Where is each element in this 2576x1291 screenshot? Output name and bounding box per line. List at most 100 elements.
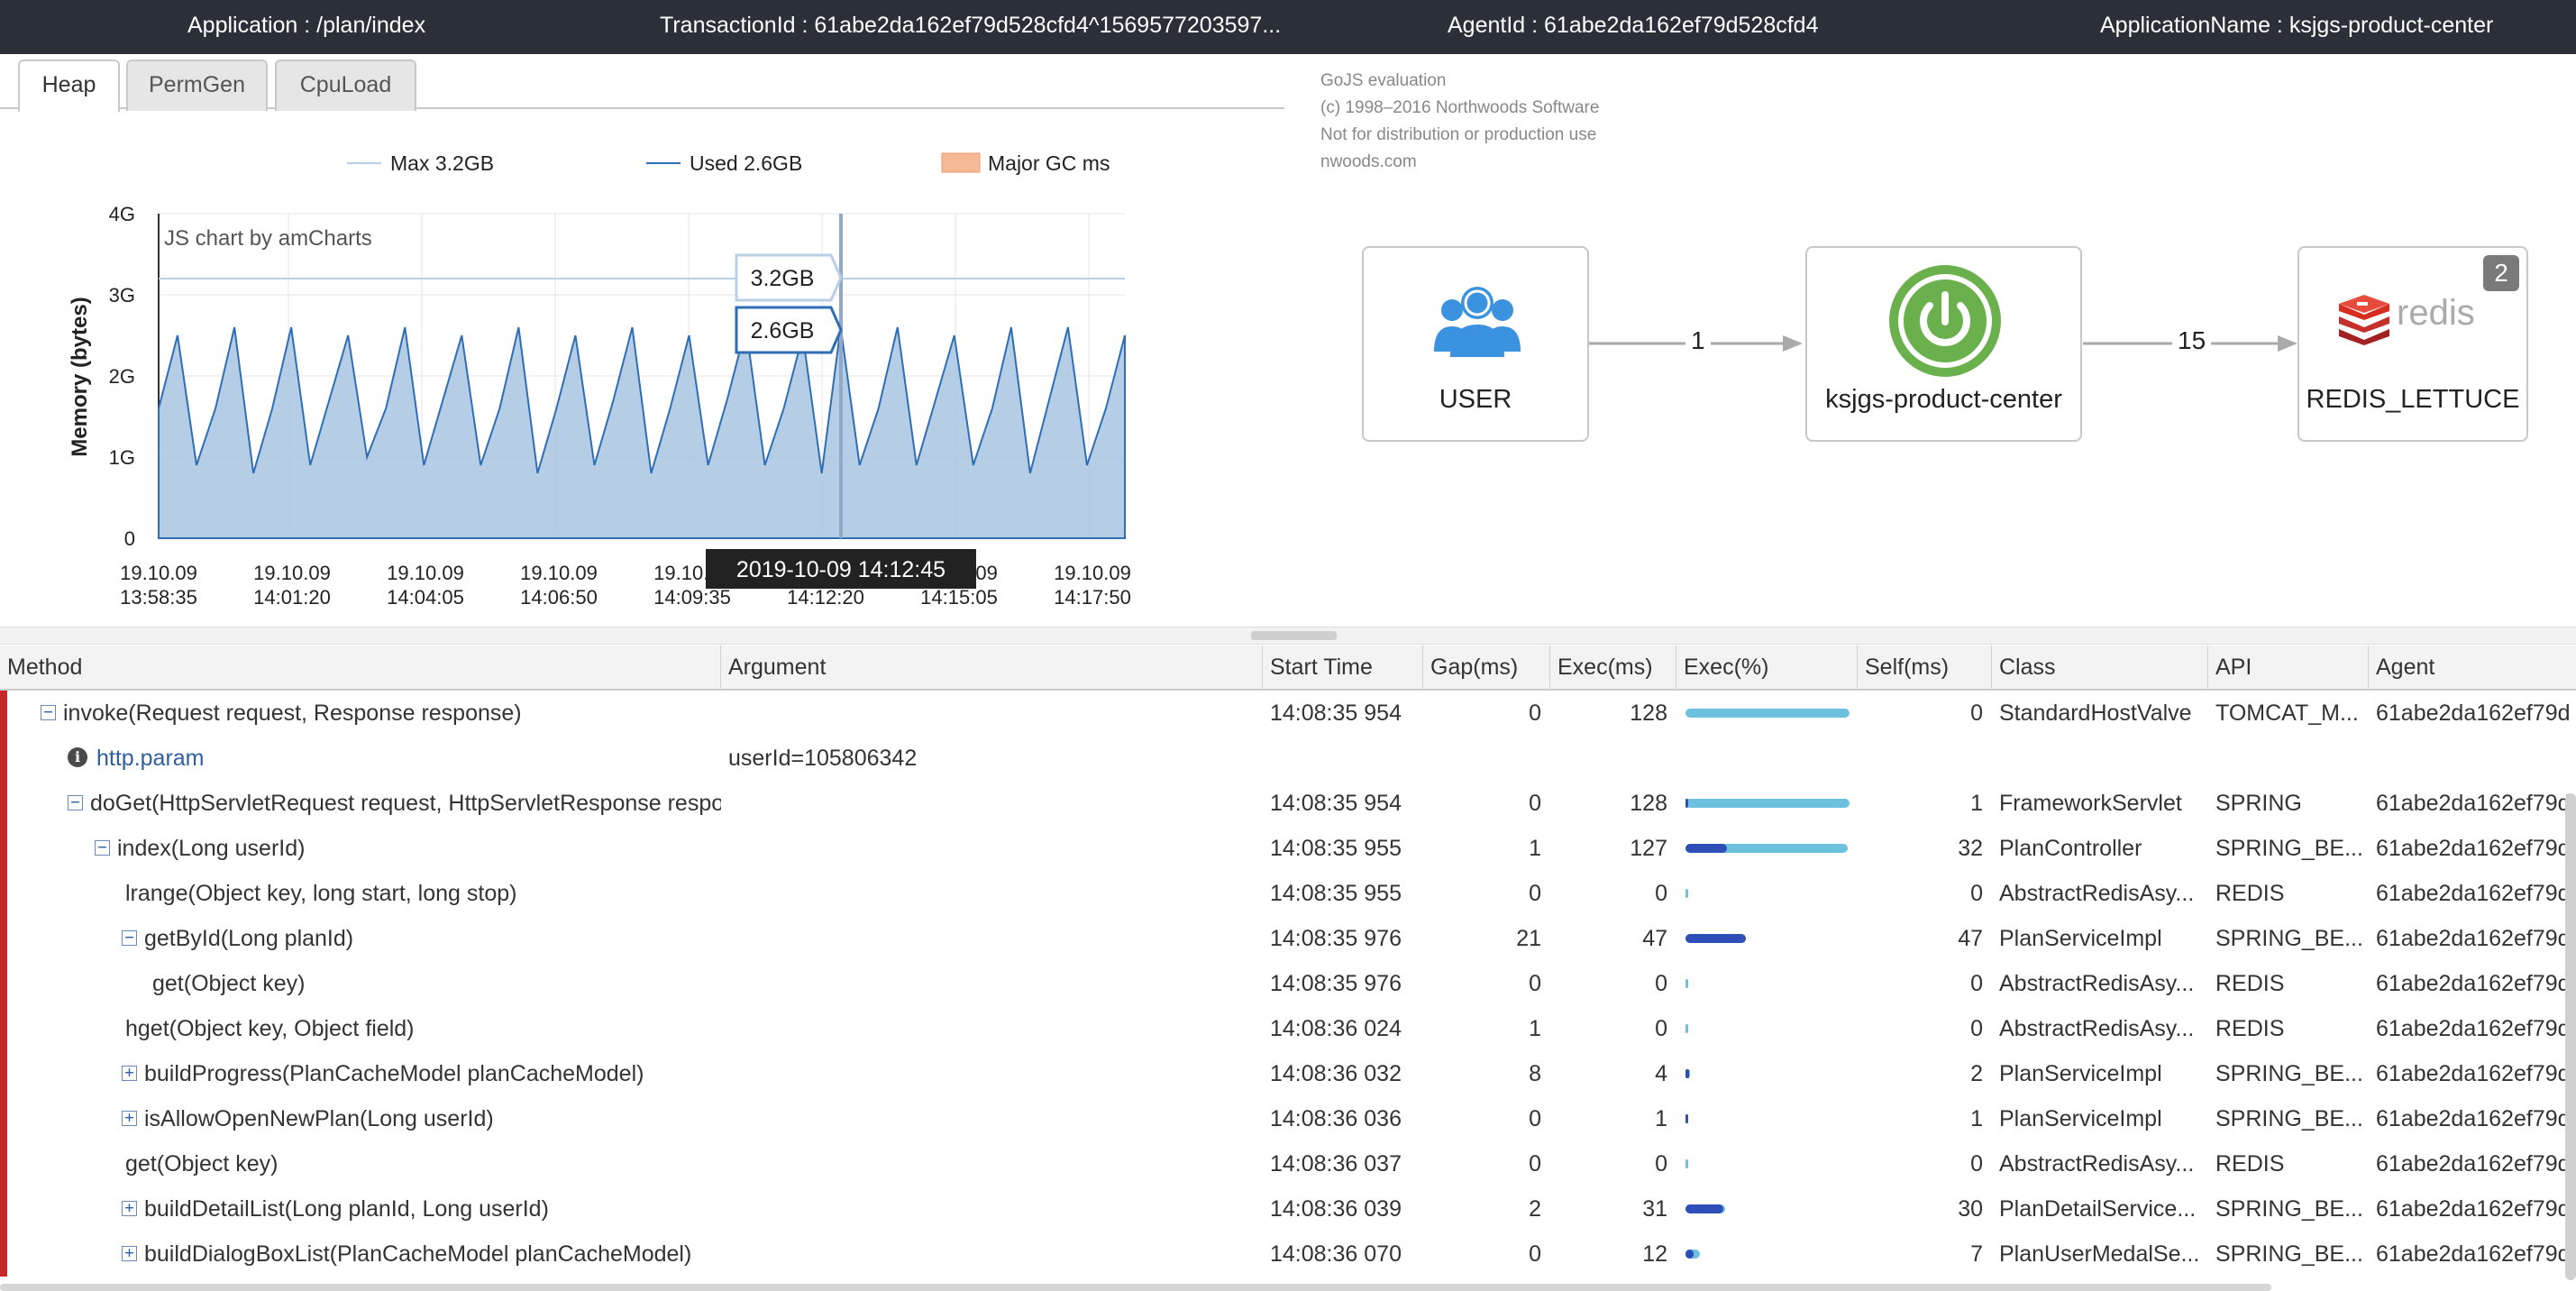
node-user-label: USER [1439,385,1512,414]
col-header-exec-pct[interactable]: Exec(%) [1676,646,1858,691]
col-header-self[interactable]: Self(ms) [1858,646,1992,691]
cell-api: REDIS [2215,881,2285,906]
table-row[interactable]: lrange(Object key, long start, long stop… [0,871,2576,916]
cell-api: REDIS [2215,971,2285,996]
users-icon [1434,287,1521,357]
collapse-icon[interactable]: − [68,794,83,810]
spring-power-icon [1889,265,2001,377]
col-header-api[interactable]: API [2208,646,2369,691]
exec-percent-bar [1685,1204,1850,1213]
cell-method: − invoke(Request request, Response respon… [41,691,721,736]
tooltip-used-value: 2.6GB [751,318,815,343]
col-header-agent[interactable]: Agent [2369,646,2576,691]
node-app-label: ksjgs-product-center [1825,385,2062,414]
vertical-scrollbar[interactable] [2565,793,2576,1280]
cell-agent: 61abe2da162ef79d [2376,700,2571,726]
edge-arrow-2 [2278,335,2297,352]
table-row[interactable]: + isAllowOpenNewPlan(Long userId) 14:08:36… [0,1096,2576,1141]
table-row[interactable]: + buildDetailList(Long planId, Long userI… [0,1186,2576,1231]
method-text: buildDialogBoxList(PlanCacheModel planCa… [144,1241,692,1267]
table-row[interactable]: − invoke(Request request, Response respon… [0,691,2576,736]
cell-agent: 61abe2da162ef79d [2376,1196,2571,1222]
cell-gap: 0 [1529,971,1541,996]
cell-start-time: 14:08:35 954 [1270,700,1402,726]
cell-class: AbstractRedisAsy... [1999,1016,2195,1041]
legend-used-label[interactable]: Used 2.6GB [690,151,802,175]
cell-argument [728,1051,1260,1096]
expand-icon[interactable]: + [122,1245,137,1261]
cell-method: get(Object key) [152,961,725,1006]
node-user[interactable]: USER [1362,246,1589,442]
expand-icon[interactable]: + [122,1200,137,1216]
transaction-header: Application : /plan/index TransactionId … [0,0,2576,54]
legend-gc-label[interactable]: Major GC ms [988,151,1110,175]
table-row[interactable]: hget(Object key, Object field) 14:08:36 0… [0,1006,2576,1051]
expand-icon[interactable]: + [122,1110,137,1126]
table-row[interactable]: + buildDialogBoxList(PlanCacheModel planC… [0,1231,2576,1277]
edge-label-app-redis[interactable]: 15 [2172,326,2212,355]
table-row[interactable]: − doGet(HttpServletRequest request, HttpS… [0,781,2576,826]
collapse-icon[interactable]: − [95,839,110,856]
tab-cpuload[interactable]: CpuLoad [275,60,416,111]
edge-label-user-app[interactable]: 1 [1685,326,1711,355]
cell-exec: 47 [1642,926,1667,951]
col-header-class[interactable]: Class [1992,646,2208,691]
info-icon: i [68,747,87,768]
pane-splitter[interactable] [0,627,2576,645]
exec-percent-bar [1685,979,1850,988]
legend-max-label[interactable]: Max 3.2GB [390,151,494,175]
tab-permgen[interactable]: PermGen [126,60,268,111]
x-tick-date: 19.10.09 [120,562,197,584]
col-header-gap[interactable]: Gap(ms) [1423,646,1550,691]
y-tick-label: 1G [109,446,135,469]
row-marker [0,1006,7,1051]
x-tick-time: 14:04:05 [387,586,464,609]
collapse-icon[interactable]: − [122,929,137,946]
method-text: http.param [96,746,205,771]
cell-gap: 8 [1529,1061,1541,1086]
col-header-method[interactable]: Method [0,646,721,691]
cell-argument [728,1231,1260,1277]
cursor-date-label: 2019-10-09 14:12:45 [706,549,976,589]
splitter-grip[interactable] [1251,631,1337,640]
x-tick-time: 14:09:35 [653,586,731,609]
table-row[interactable]: get(Object key) 14:08:35 976 0 0 0 AbstractRe… [0,961,2576,1006]
row-marker [0,1231,7,1277]
cell-api: REDIS [2215,1151,2285,1177]
method-text: invoke(Request request, Response respons… [63,700,522,726]
table-row[interactable]: − index(Long userId) 14:08:35 955 1 127 32 Pla… [0,826,2576,871]
col-header-start-time[interactable]: Start Time [1263,646,1423,691]
cell-argument [728,781,1260,826]
col-header-argument[interactable]: Argument [721,646,1263,691]
cell-api: TOMCAT_M... [2215,700,2359,726]
row-marker [0,916,7,961]
cell-agent: 61abe2da162ef79d [2376,836,2571,861]
table-row[interactable]: + buildProgress(PlanCacheModel planCacheM… [0,1051,2576,1096]
x-tick-time: 14:01:20 [253,586,331,609]
cell-argument [728,826,1260,871]
collapse-icon[interactable]: − [41,704,56,720]
table-row[interactable]: get(Object key) 14:08:36 037 0 0 0 AbstractRe… [0,1141,2576,1186]
row-marker [0,1051,7,1096]
x-tick-date: 19.10.09 [387,562,464,584]
row-marker [0,871,7,916]
horizontal-scrollbar[interactable] [0,1284,2271,1291]
tab-heap[interactable]: Heap [18,60,120,112]
cell-api: REDIS [2215,1016,2285,1041]
table-row[interactable]: − getById(Long planId) 14:08:35 976 21 47 47 P… [0,916,2576,961]
cell-agent: 61abe2da162ef79d [2376,1151,2571,1177]
cell-start-time: 14:08:35 976 [1270,926,1402,951]
exec-percent-bar [1685,1114,1850,1123]
cell-gap [1423,736,1550,781]
cell-method: + buildDialogBoxList(PlanCacheModel planC… [122,1231,721,1277]
col-header-exec[interactable]: Exec(ms) [1550,646,1676,691]
expand-icon[interactable]: + [122,1065,137,1081]
row-marker [0,1141,7,1186]
cell-agent: 61abe2da162ef79d [2376,1106,2571,1131]
table-row[interactable]: i http.param userId=105806342 [0,736,2576,781]
cell-class: PlanServiceImpl [1999,1061,2162,1086]
node-redis-lettuce[interactable]: 2 redis REDIS_LETTUCE [2297,246,2528,442]
cell-start-time: 14:08:36 036 [1270,1106,1402,1131]
chart-watermark: JS chart by amCharts [164,226,372,251]
node-ksjgs-product-center[interactable]: ksjgs-product-center [1805,246,2082,442]
